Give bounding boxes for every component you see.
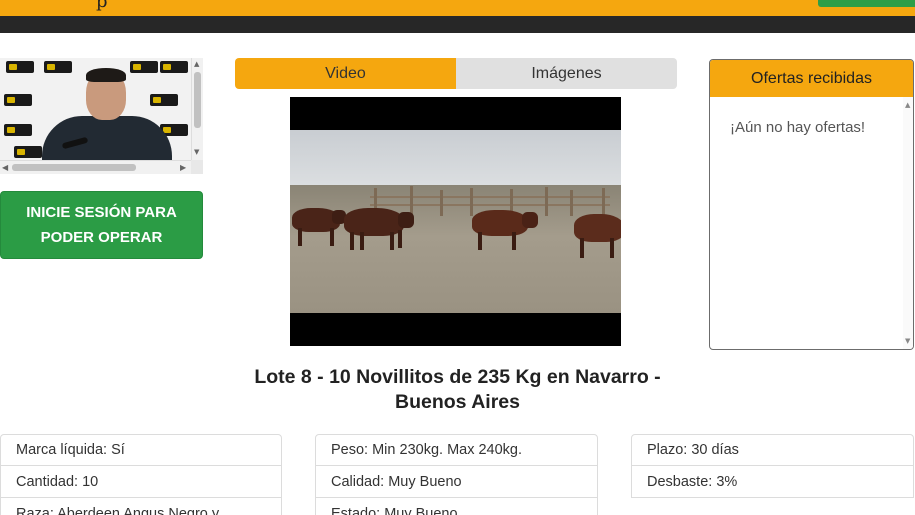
- detail-marca-liquida: Marca líquida: Sí: [0, 434, 282, 466]
- login-to-operate-button[interactable]: INICIE SESIÓN PARA PODER OPERAR: [0, 191, 203, 259]
- tab-video[interactable]: Video: [235, 58, 456, 89]
- sponsor-logo: [160, 61, 188, 73]
- live-stream-panel: ▲ ▼ ◀ ▶: [0, 58, 203, 174]
- offers-panel: Ofertas recibidas ¡Aún no hay ofertas! ▲…: [709, 59, 914, 350]
- offers-list[interactable]: ¡Aún no hay ofertas! ▲ ▼: [710, 97, 913, 349]
- presenter-image: [42, 68, 172, 160]
- tab-images[interactable]: Imágenes: [456, 58, 677, 89]
- lot-title: Lote 8 - 10 Novillitos de 235 Kg en Nava…: [254, 366, 661, 413]
- detail-cantidad: Cantidad: 10: [0, 466, 282, 498]
- sponsor-logo: [14, 146, 42, 158]
- detail-calidad: Calidad: Muy Bueno: [315, 466, 598, 498]
- offers-scrollbar[interactable]: ▲ ▼: [903, 97, 913, 349]
- sponsor-logo: [150, 94, 178, 106]
- detail-raza: Raza: Aberdeen Angus Negro y: [0, 498, 282, 515]
- detail-desbaste: Desbaste: 3%: [631, 466, 914, 498]
- top-right-button[interactable]: [818, 0, 915, 7]
- scroll-down-icon[interactable]: ▼: [905, 337, 910, 345]
- detail-estado: Estado: Muy Bueno: [315, 498, 598, 515]
- sponsor-logo: [4, 124, 32, 136]
- lot-video-player[interactable]: [290, 97, 621, 346]
- detail-plazo: Plazo: 30 días: [631, 434, 914, 466]
- sponsor-logo: [6, 61, 34, 73]
- secondary-navbar: [0, 16, 915, 33]
- details-column-3: Plazo: 30 días Desbaste: 3%: [631, 434, 914, 498]
- scroll-up-icon[interactable]: ▲: [905, 101, 910, 109]
- brand-logo[interactable]: p: [96, 0, 108, 12]
- scroll-down-icon[interactable]: ▼: [194, 148, 199, 156]
- scroll-left-icon[interactable]: ◀: [2, 163, 8, 172]
- top-navbar: p: [0, 0, 915, 16]
- no-offers-message: ¡Aún no hay ofertas!: [730, 119, 866, 136]
- details-column-1: Marca líquida: Sí Cantidad: 10 Raza: Abe…: [0, 434, 282, 515]
- sponsor-logo: [4, 94, 32, 106]
- media-tabs: Video Imágenes: [235, 58, 677, 89]
- stream-vertical-scrollbar[interactable]: ▲ ▼: [191, 58, 203, 160]
- stream-horizontal-scrollbar[interactable]: ◀ ▶: [0, 160, 191, 174]
- offers-title: Ofertas recibidas: [710, 60, 913, 97]
- live-stream-video[interactable]: [0, 58, 191, 160]
- detail-peso: Peso: Min 230kg. Max 240kg.: [315, 434, 598, 466]
- cattle-video-frame: [290, 130, 621, 313]
- scroll-right-icon[interactable]: ▶: [180, 163, 186, 172]
- details-column-2: Peso: Min 230kg. Max 240kg. Calidad: Muy…: [315, 434, 598, 515]
- scroll-up-icon[interactable]: ▲: [194, 60, 199, 68]
